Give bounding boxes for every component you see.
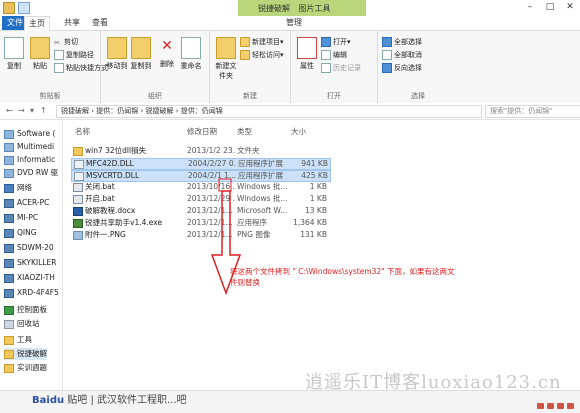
watermark-left-text: 贴吧 | 武汉软件工程职...吧 xyxy=(67,395,187,406)
annotation-text: 将这两个文件拷到 " C:\Windows\system32" 下面，如果有这两… xyxy=(230,267,455,287)
watermark-left: Baidu 贴吧 | 武汉软件工程职...吧 xyxy=(32,391,187,406)
baidu-logo: Baidu xyxy=(32,395,65,406)
annotation-box xyxy=(218,178,232,192)
tray-icon[interactable] xyxy=(537,403,544,409)
tray-icon[interactable] xyxy=(567,403,574,409)
tray-icons xyxy=(537,403,574,409)
tray-icon[interactable] xyxy=(547,403,554,409)
annotation-arrow xyxy=(210,178,242,296)
tray-icon[interactable] xyxy=(557,403,564,409)
watermark-right: 逍遥乐IT博客luoxiao123.cn xyxy=(305,372,562,393)
